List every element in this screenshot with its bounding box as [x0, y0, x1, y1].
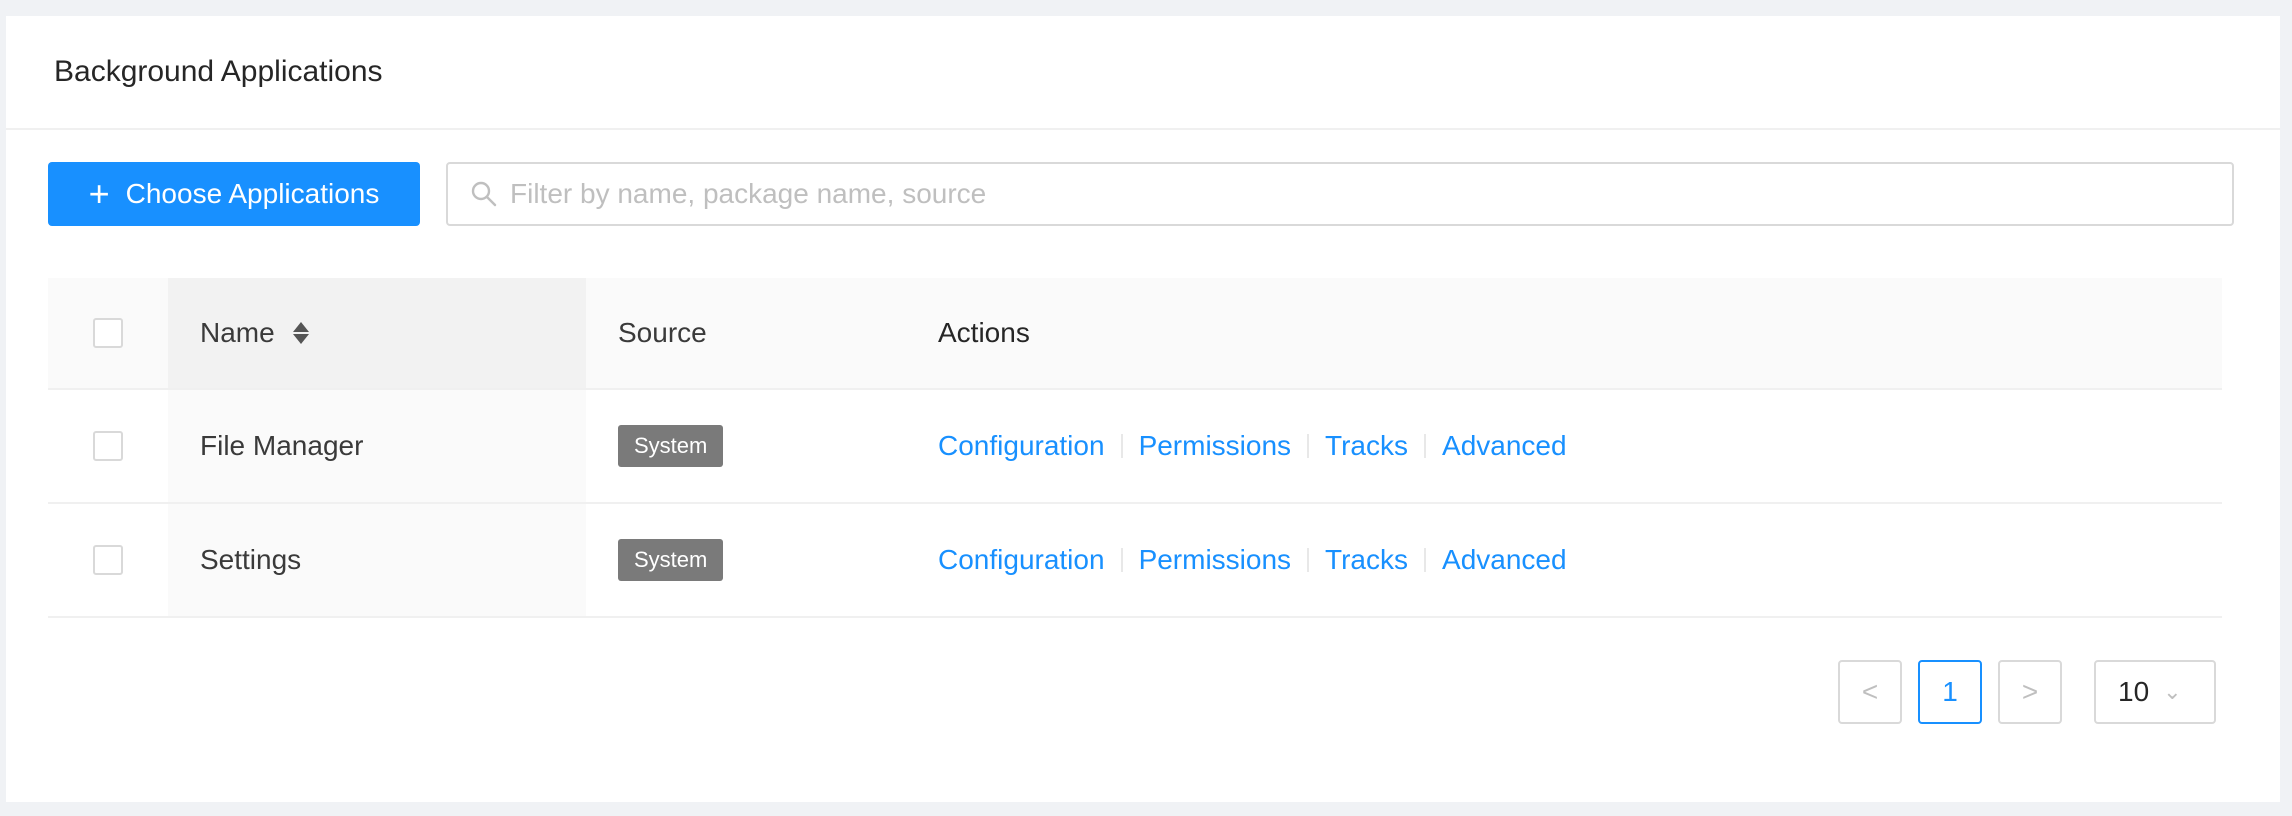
action-divider — [1424, 548, 1427, 572]
choose-applications-button[interactable]: + Choose Applications — [48, 162, 420, 226]
search-box[interactable] — [446, 162, 2234, 226]
actions-cell: Configuration Permissions Tracks Advance… — [938, 504, 2222, 616]
toolbar: + Choose Applications — [48, 162, 2234, 226]
source-tag: System — [618, 539, 724, 581]
source-tag: System — [618, 425, 724, 467]
tracks-link[interactable]: Tracks — [1325, 544, 1408, 576]
page-title: Background Applications — [54, 55, 383, 88]
select-all-checkbox[interactable] — [93, 318, 123, 348]
pagination: < 1 > 10 ⌄ — [1838, 660, 2216, 724]
header-checkbox-cell — [48, 278, 168, 388]
column-source-label: Source — [618, 317, 707, 348]
sort-icon[interactable] — [292, 322, 309, 344]
tracks-link[interactable]: Tracks — [1325, 430, 1408, 462]
chevron-down-icon: ⌄ — [2163, 679, 2182, 704]
card-header: Background Applications — [6, 16, 2280, 130]
chevron-right-icon: > — [2021, 676, 2039, 707]
table-row: Settings System Configuration Permission… — [48, 504, 2222, 618]
row-checkbox[interactable] — [93, 431, 123, 461]
source-cell: System — [586, 390, 938, 502]
page-1-button[interactable]: 1 — [1918, 660, 1982, 724]
column-header-source: Source — [586, 278, 938, 388]
action-divider — [1120, 548, 1123, 572]
next-page-button[interactable]: > — [1998, 660, 2062, 724]
table-row: File Manager System Configuration Permis… — [48, 390, 2222, 504]
app-name: Settings — [168, 504, 586, 616]
row-checkbox[interactable] — [93, 545, 123, 575]
search-icon — [471, 181, 497, 207]
action-divider — [1120, 434, 1123, 458]
plus-icon: + — [88, 173, 110, 214]
choose-applications-label: Choose Applications — [125, 178, 380, 209]
action-divider — [1424, 434, 1427, 458]
applications-table: Name Source Actions File Manager System … — [48, 278, 2222, 618]
configuration-link[interactable]: Configuration — [938, 430, 1105, 462]
advanced-link[interactable]: Advanced — [1442, 544, 1567, 576]
prev-page-button[interactable]: < — [1838, 660, 1902, 724]
action-divider — [1307, 434, 1310, 458]
chevron-left-icon: < — [1861, 676, 1879, 707]
column-header-name[interactable]: Name — [168, 278, 586, 388]
column-name-label: Name — [200, 317, 275, 348]
advanced-link[interactable]: Advanced — [1442, 430, 1567, 462]
actions-cell: Configuration Permissions Tracks Advance… — [938, 390, 2222, 502]
row-checkbox-cell — [48, 390, 168, 502]
app-name: File Manager — [168, 390, 586, 502]
column-header-actions: Actions — [938, 278, 2222, 388]
source-cell: System — [586, 504, 938, 616]
page-size-select[interactable]: 10 ⌄ — [2094, 660, 2216, 724]
table-header-row: Name Source Actions — [48, 278, 2222, 390]
configuration-link[interactable]: Configuration — [938, 544, 1105, 576]
page-size-value: 10 — [2118, 676, 2150, 707]
column-actions-label: Actions — [938, 317, 1030, 348]
search-input[interactable] — [508, 177, 2212, 211]
permissions-link[interactable]: Permissions — [1139, 430, 1291, 462]
action-divider — [1307, 548, 1310, 572]
permissions-link[interactable]: Permissions — [1139, 544, 1291, 576]
row-checkbox-cell — [48, 504, 168, 616]
